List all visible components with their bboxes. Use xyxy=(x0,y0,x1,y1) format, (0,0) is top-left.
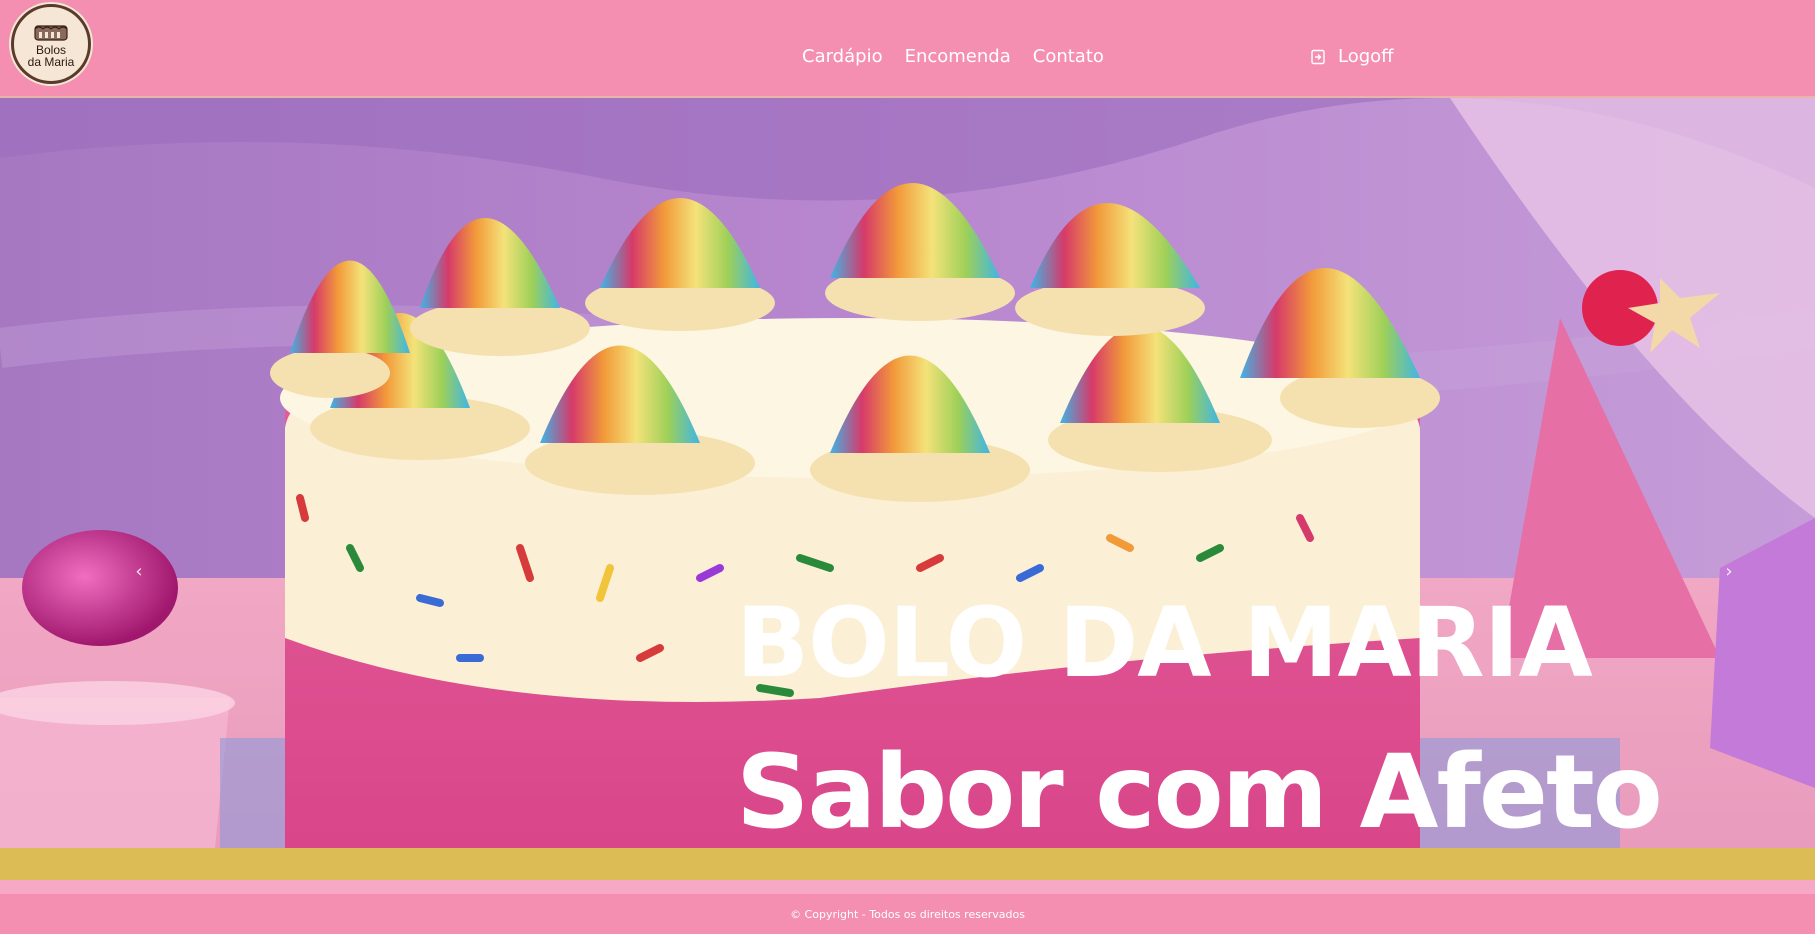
carousel-next-button[interactable]: › xyxy=(1717,553,1741,589)
footer: © Copyright - Todos os direitos reservad… xyxy=(0,880,1815,934)
hero-title: BOLO DA MARIA xyxy=(736,587,1593,699)
nav-link-contato[interactable]: Contato xyxy=(1033,46,1104,67)
copyright-text: © Copyright - Todos os direitos reservad… xyxy=(790,907,1025,921)
hero-subtitle: Sabor com Afeto xyxy=(736,733,1663,848)
hero-carousel: ‹ › BOLO DA MARIA Sabor com Afeto xyxy=(0,98,1815,848)
nav-link-encomenda[interactable]: Encomenda xyxy=(905,46,1011,67)
nav-link-cardapio[interactable]: Cardápio xyxy=(802,46,883,67)
logoff-label: Logoff xyxy=(1338,46,1394,67)
logoff-link[interactable]: Logoff xyxy=(1310,46,1394,67)
logo-line-2: da Maria xyxy=(27,55,75,69)
navbar: Bolos da Maria Cardápio Encomenda Contat… xyxy=(0,0,1815,98)
brand-logo[interactable]: Bolos da Maria xyxy=(11,4,91,84)
carousel-prev-button[interactable]: ‹ xyxy=(127,553,151,589)
cake-logo-icon xyxy=(34,25,68,41)
main-nav: Cardápio Encomenda Contato xyxy=(802,46,1104,67)
gold-divider xyxy=(0,848,1815,880)
sign-in-icon xyxy=(1311,49,1325,64)
